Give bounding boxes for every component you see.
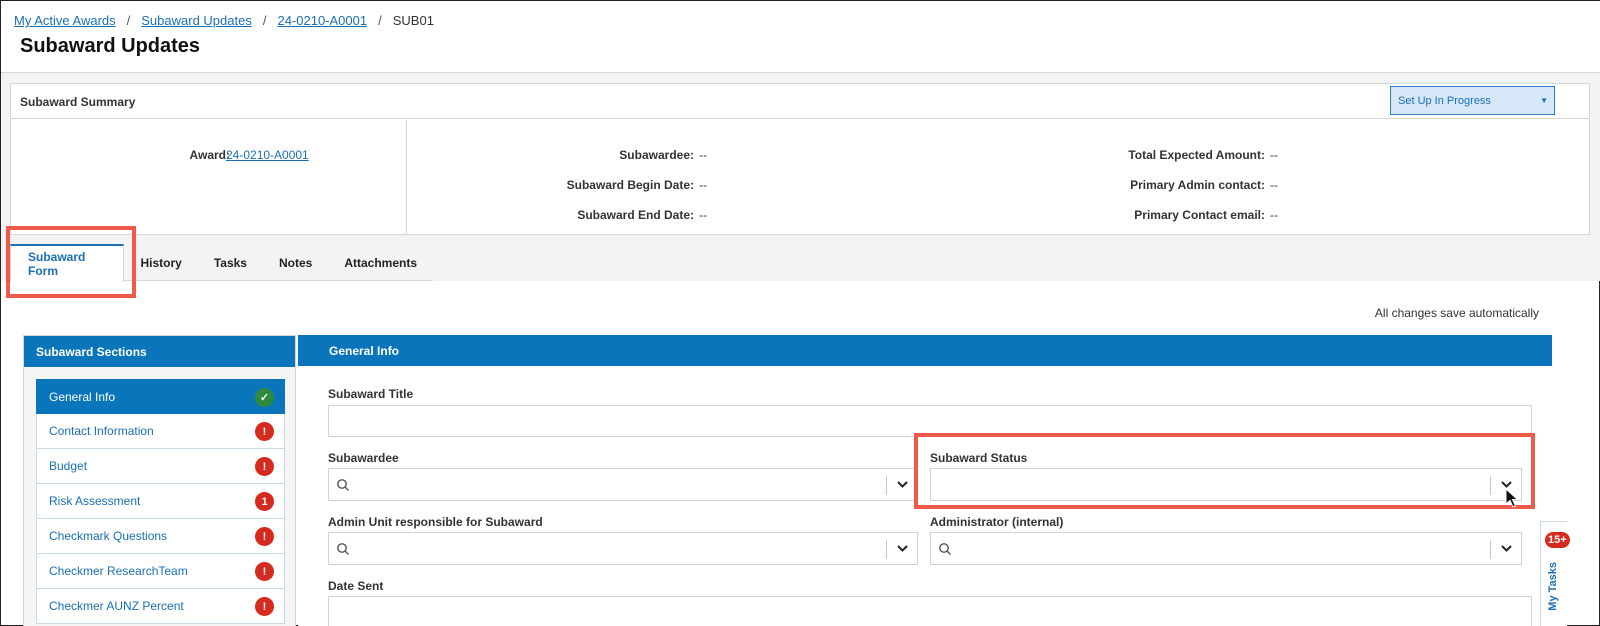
page-title: Subaward Updates — [20, 35, 201, 57]
general-info-form: General Info Subaward Title Subawardee S… — [298, 335, 1552, 626]
administrator-select[interactable] — [930, 532, 1522, 565]
section-item-label: Contact Information — [49, 424, 154, 438]
section-item-label: Risk Assessment — [49, 494, 141, 508]
select-divider — [1490, 476, 1491, 495]
section-item-label: General Info — [49, 389, 116, 404]
breadcrumb-separator: / — [378, 13, 382, 28]
tab-tasks[interactable]: Tasks — [198, 244, 263, 281]
summary-header: Subaward Summary Set Up In Progress ▼ — [11, 84, 1589, 119]
primary-contact-email-value: -- — [1270, 208, 1278, 222]
primary-admin-contact-field: Primary Admin contact: -- — [1101, 178, 1278, 192]
caret-down-icon: ▼ — [1540, 96, 1548, 105]
award-link[interactable]: 24-0210-A0001 — [226, 148, 309, 162]
breadcrumb-current: SUB01 — [392, 13, 434, 28]
error-icon: ! — [255, 457, 274, 476]
summary-title: Subaward Summary — [20, 95, 136, 109]
administrator-label: Administrator (internal) — [930, 515, 1064, 529]
primary-contact-email-field: Primary Contact email: -- — [1101, 208, 1278, 222]
section-list: General Info ✓ Contact Information ! Bud… — [36, 379, 285, 624]
chevron-down-icon[interactable] — [1500, 543, 1513, 553]
summary-body: Award: 24-0210-A0001 Subawardee: -- Suba… — [11, 120, 1589, 235]
date-sent-label: Date Sent — [328, 579, 384, 593]
subawardee-field: Subawardee: -- — [551, 148, 707, 162]
mouse-cursor-icon — [1505, 488, 1519, 508]
search-icon — [337, 543, 349, 555]
breadcrumb-my-active-awards[interactable]: My Active Awards — [14, 13, 116, 28]
section-item-checkmer-aunz-percent[interactable]: Checkmer AUNZ Percent ! — [36, 589, 285, 624]
tabs-region: Subaward Form History Tasks Notes Attach… — [1, 244, 1600, 282]
begin-date-label: Subaward Begin Date: — [566, 178, 694, 192]
page-header: My Active Awards / Subaward Updates / 24… — [1, 1, 1600, 73]
total-expected-amount-value: -- — [1270, 148, 1278, 162]
admin-unit-select[interactable] — [328, 532, 918, 565]
error-icon: ! — [255, 562, 274, 581]
total-expected-amount-field: Total Expected Amount: -- — [1101, 148, 1278, 162]
section-item-checkmer-researchteam[interactable]: Checkmer ResearchTeam ! — [36, 554, 285, 589]
total-expected-amount-label: Total Expected Amount: — [1128, 148, 1265, 162]
section-item-checkmark-questions[interactable]: Checkmark Questions ! — [36, 519, 285, 554]
subawardee-label: Subawardee: — [619, 148, 694, 162]
section-item-risk-assessment[interactable]: Risk Assessment 1 — [36, 484, 285, 519]
section-item-budget[interactable]: Budget ! — [36, 449, 285, 484]
primary-admin-contact-label: Primary Admin contact: — [1130, 178, 1265, 192]
tab-history[interactable]: History — [124, 244, 197, 281]
status-label: Set Up In Progress — [1398, 94, 1491, 107]
award-label: Award: — [189, 148, 230, 162]
date-sent-input[interactable] — [328, 596, 1532, 626]
form-title: General Info — [298, 335, 1552, 366]
section-item-label: Checkmer ResearchTeam — [49, 564, 188, 578]
section-item-label: Budget — [49, 459, 88, 473]
breadcrumb-award[interactable]: 24-0210-A0001 — [277, 13, 367, 28]
subaward-title-label: Subaward Title — [328, 387, 414, 401]
summary-region: Subaward Summary Set Up In Progress ▼ Aw… — [1, 73, 1600, 244]
section-item-label: Checkmer AUNZ Percent — [49, 599, 184, 613]
select-divider — [886, 540, 887, 559]
breadcrumb-separator: / — [262, 13, 267, 28]
subawardee-value: -- — [699, 148, 707, 162]
error-count-badge: 1 — [255, 492, 274, 511]
begin-date-field: Subaward Begin Date: -- — [551, 178, 707, 192]
tab-bar: Subaward Form History Tasks Notes Attach… — [10, 244, 433, 282]
end-date-value: -- — [699, 208, 707, 222]
breadcrumb-separator: / — [126, 13, 131, 28]
section-item-label: Checkmark Questions — [49, 529, 168, 543]
chevron-down-icon[interactable] — [896, 479, 909, 489]
tab-attachments[interactable]: Attachments — [328, 244, 433, 281]
begin-date-value: -- — [699, 178, 707, 192]
primary-contact-email-label: Primary Contact email: — [1134, 208, 1265, 222]
status-dropdown-button[interactable]: Set Up In Progress ▼ — [1390, 86, 1555, 115]
search-icon — [337, 479, 349, 491]
select-divider — [1490, 540, 1491, 559]
subaward-title-input[interactable] — [328, 405, 1532, 437]
award-cell: Award: 24-0210-A0001 — [11, 120, 407, 235]
subaward-status-label: Subaward Status — [930, 451, 1028, 465]
sections-panel: Subaward Sections General Info ✓ Contact… — [23, 335, 296, 626]
select-divider — [886, 476, 887, 495]
admin-unit-label: Admin Unit responsible for Subaward — [328, 515, 543, 529]
tab-notes[interactable]: Notes — [263, 244, 328, 281]
tab-subaward-form[interactable]: Subaward Form — [10, 244, 125, 282]
breadcrumb-subaward-updates[interactable]: Subaward Updates — [141, 13, 252, 28]
end-date-label: Subaward End Date: — [577, 208, 694, 222]
end-date-field: Subaward End Date: -- — [551, 208, 707, 222]
section-item-contact-information[interactable]: Contact Information ! — [36, 414, 285, 449]
chevron-down-icon[interactable] — [896, 543, 909, 553]
subaward-summary-card: Subaward Summary Set Up In Progress ▼ Aw… — [10, 83, 1590, 235]
error-icon: ! — [255, 527, 274, 546]
tasks-count-badge: 15+ — [1545, 532, 1570, 548]
subawardee-select[interactable] — [328, 468, 918, 501]
subawardee-label: Subawardee — [328, 451, 399, 465]
breadcrumb: My Active Awards / Subaward Updates / 24… — [14, 13, 434, 28]
search-icon — [939, 543, 951, 555]
section-item-general-info[interactable]: General Info ✓ — [36, 379, 285, 414]
check-icon: ✓ — [255, 388, 274, 407]
error-icon: ! — [255, 422, 274, 441]
primary-admin-contact-value: -- — [1270, 178, 1278, 192]
autosave-note: All changes save automatically — [1374, 306, 1539, 320]
subaward-status-select[interactable] — [930, 468, 1522, 501]
sections-panel-title: Subaward Sections — [24, 336, 295, 367]
my-tasks-label: My Tasks — [1547, 562, 1559, 611]
error-icon: ! — [255, 597, 274, 616]
